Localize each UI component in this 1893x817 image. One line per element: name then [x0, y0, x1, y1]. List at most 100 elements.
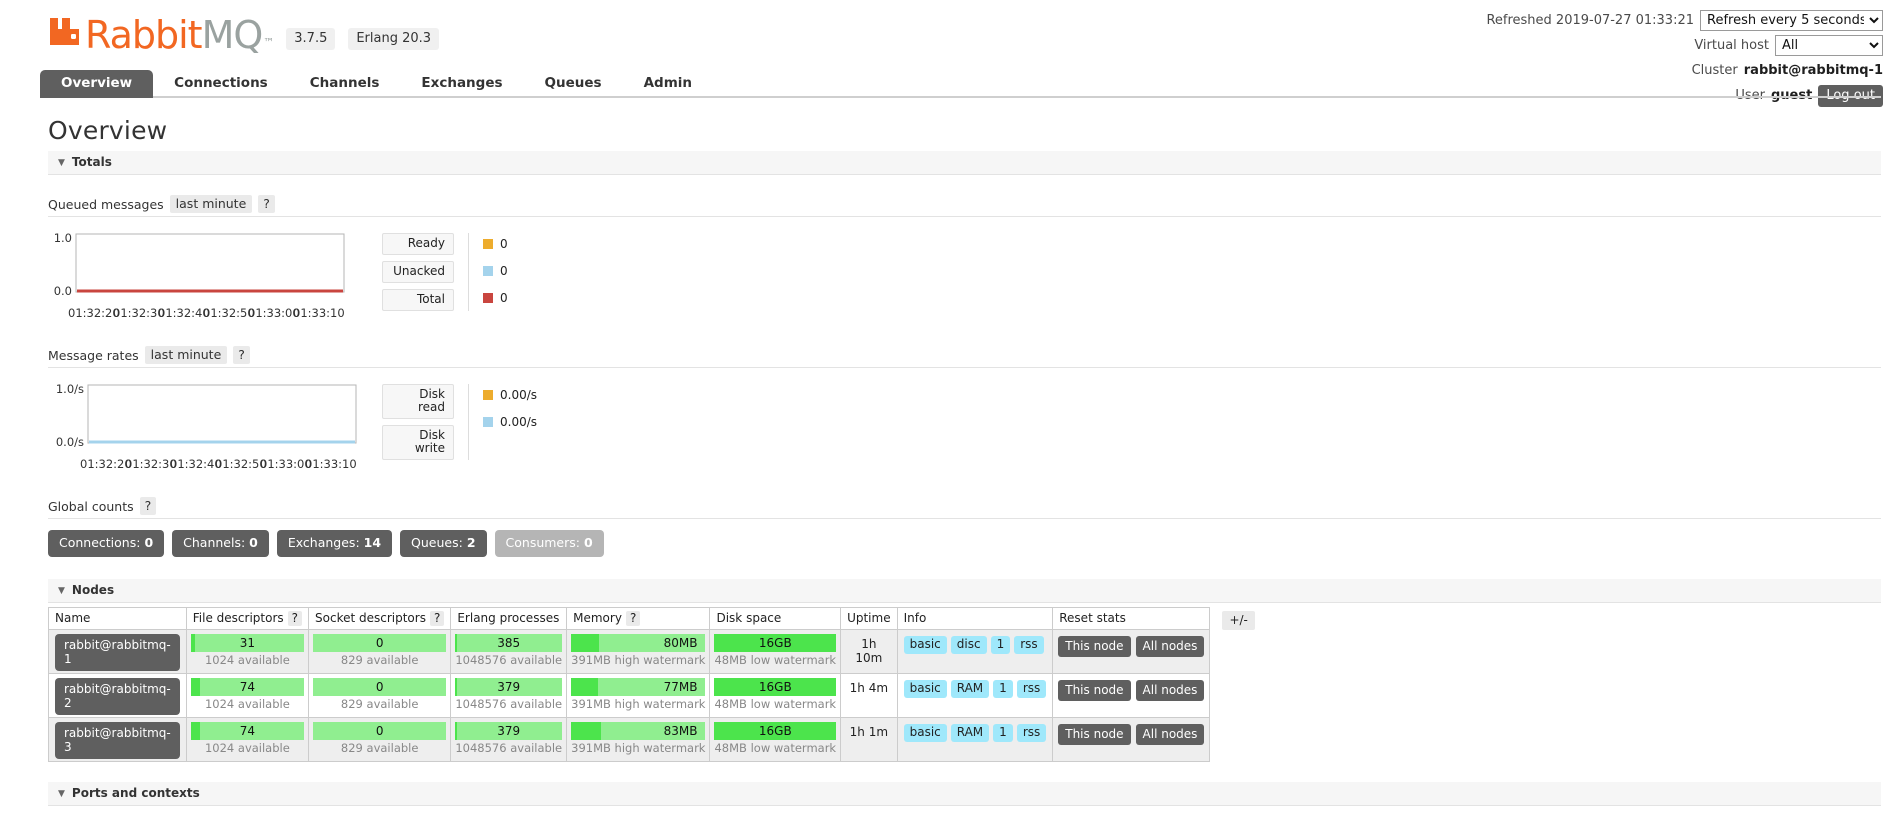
count-label: Exchanges:	[287, 535, 364, 550]
message-rates-legend-disk-write[interactable]: Disk write	[382, 425, 454, 460]
count-label: Queues:	[411, 535, 467, 550]
app-header: Rabbit MQ ™ 3.7.5 Erlang 20.3 Refreshed 20…	[0, 0, 1893, 107]
cell-uptime: 1h 10m	[840, 629, 898, 674]
cell-erlang-processes-meter: 385	[455, 634, 563, 652]
info-tag-disc[interactable]: disc	[950, 636, 987, 654]
info-tag-basic[interactable]: basic	[903, 724, 947, 742]
cell-erlang-processes-note: 1048576 available	[455, 653, 563, 667]
info-tags: basic disc 1 rss	[898, 630, 1053, 660]
col-header-label: Info	[903, 611, 927, 625]
tab-connections[interactable]: Connections	[153, 70, 289, 98]
cell-memory-meter: 83MB	[571, 722, 706, 740]
node-name-link[interactable]: rabbit@rabbitmq-2	[55, 678, 180, 715]
info-tag-rss[interactable]: rss	[1016, 680, 1047, 698]
count-value: 0	[583, 535, 593, 550]
queued-messages-legend-values: 0 0 0	[468, 233, 508, 311]
reset-all-nodes-button[interactable]: All nodes	[1135, 724, 1205, 745]
col-header-uptime[interactable]: Uptime	[840, 607, 898, 630]
queued-messages-help-icon[interactable]: ?	[258, 195, 275, 213]
legend-value-text: 0	[500, 263, 508, 278]
info-tag-1[interactable]: 1	[993, 680, 1013, 698]
info-tag-1[interactable]: 1	[990, 636, 1011, 654]
table-row: rabbit@rabbitmq-3 74 1024 available 0 829 av…	[48, 717, 1211, 762]
legend-color-swatch	[483, 292, 493, 303]
reset-all-nodes-button[interactable]: All nodes	[1135, 636, 1205, 657]
message-rates-help-icon[interactable]: ?	[233, 346, 250, 364]
count-queues[interactable]: Queues: 2	[400, 530, 487, 557]
nav-tab-list: Overview Connections Channels Exchanges Queu…	[40, 70, 1881, 98]
message-rates-xtick: 01:32:30	[125, 457, 177, 471]
col-header-reset-stats[interactable]: Reset stats	[1052, 607, 1211, 630]
info-tag-ram[interactable]: RAM	[950, 680, 990, 698]
section-totals[interactable]: ▼ Totals	[48, 151, 1881, 175]
count-exchanges[interactable]: Exchanges: 14	[276, 530, 393, 557]
cell-memory-value: 80MB	[663, 636, 698, 650]
info-tag-rss[interactable]: rss	[1014, 636, 1044, 654]
global-counts-help-icon[interactable]: ?	[139, 497, 157, 515]
column-toggle-button[interactable]: +/-	[1222, 611, 1255, 630]
col-header-name[interactable]: Name	[48, 607, 187, 630]
reset-this-node-button[interactable]: This node	[1058, 680, 1131, 701]
queued-messages-legend: Ready Unacked Total 0 0 0	[382, 233, 508, 311]
node-name-link[interactable]: rabbit@rabbitmq-3	[55, 722, 180, 759]
queued-messages-range[interactable]: last minute	[169, 195, 253, 213]
cell-erlang-processes: 379 1048576 available	[450, 717, 568, 762]
nodes-table-header-row: Name File descriptors? Socket descriptors?…	[48, 607, 1211, 630]
reset-this-node-button[interactable]: This node	[1058, 636, 1131, 657]
info-tag-basic[interactable]: basic	[903, 680, 947, 698]
queued-messages-xtick: 01:33:10	[293, 306, 345, 320]
queued-messages-legend-ready[interactable]: Ready	[382, 233, 454, 255]
rabbitmq-logo[interactable]: Rabbit MQ ™	[48, 13, 274, 57]
reset-all-nodes-button[interactable]: All nodes	[1135, 680, 1205, 701]
cell-file-descriptors: 31 1024 available	[186, 629, 310, 674]
help-icon[interactable]: ?	[429, 611, 445, 626]
count-value: 0	[249, 535, 258, 550]
section-nodes[interactable]: ▼ Nodes	[48, 579, 1881, 603]
vhost-label: Virtual host	[1694, 38, 1769, 53]
cell-socket-descriptors-meter: 0	[313, 678, 447, 696]
count-value: 14	[363, 535, 382, 550]
cell-erlang-processes-meter: 379	[455, 722, 563, 740]
col-header-info[interactable]: Info	[897, 607, 1054, 630]
node-name-link[interactable]: rabbit@rabbitmq-1	[55, 634, 180, 671]
section-ports-contexts[interactable]: ▼ Ports and contexts	[48, 782, 1881, 806]
logo-text-rabbit: Rabbit	[85, 13, 203, 57]
col-header-erlang-processes[interactable]: Erlang processes	[450, 607, 568, 630]
info-tag-basic[interactable]: basic	[903, 636, 947, 654]
global-counts-buttons: Connections: 0 Channels: 0 Exchanges: 14 Qu…	[48, 530, 1881, 557]
help-icon[interactable]: ?	[287, 611, 303, 626]
col-header-disk-space[interactable]: Disk space	[709, 607, 842, 630]
count-connections[interactable]: Connections: 0	[48, 530, 165, 557]
cell-disk-space-value: 16GB	[758, 680, 792, 694]
message-rates-range[interactable]: last minute	[144, 346, 228, 364]
table-row: rabbit@rabbitmq-2 74 1024 available 0 829 av…	[48, 673, 1211, 718]
tab-admin[interactable]: Admin	[623, 70, 713, 98]
refresh-interval-select[interactable]: Refresh every 5 seconds	[1700, 10, 1883, 31]
reset-buttons: This node All nodes	[1053, 718, 1209, 751]
tab-exchanges[interactable]: Exchanges	[400, 70, 523, 98]
vhost-select[interactable]: All	[1775, 35, 1883, 56]
queued-messages-legend-unacked[interactable]: Unacked	[382, 261, 454, 283]
cell-socket-descriptors-meter: 0	[313, 722, 447, 740]
info-tag-ram[interactable]: RAM	[950, 724, 990, 742]
queued-messages-value-unacked: 0	[483, 260, 508, 281]
help-icon[interactable]: ?	[625, 611, 641, 626]
queued-messages-legend-total[interactable]: Total	[382, 289, 454, 311]
col-header-memory[interactable]: Memory?	[566, 607, 711, 630]
cell-disk-space-note: 48MB low watermark	[714, 653, 837, 667]
info-tag-rss[interactable]: rss	[1016, 724, 1047, 742]
tab-channels[interactable]: Channels	[289, 70, 401, 98]
tab-overview[interactable]: Overview	[40, 70, 154, 98]
col-header-label: Name	[55, 611, 91, 625]
cell-disk-space: 16GB 48MB low watermark	[709, 629, 842, 674]
count-consumers[interactable]: Consumers: 0	[494, 530, 604, 557]
queued-messages-chart-block: 1.0 0.0 01:32:20 01:32:30 01:32:40 01:32:50…	[48, 229, 1881, 320]
message-rates-legend-disk-read[interactable]: Disk read	[382, 384, 454, 419]
queued-messages-xaxis: 01:32:20 01:32:30 01:32:40 01:32:50 01:33:00…	[68, 306, 348, 320]
tab-queues[interactable]: Queues	[524, 70, 623, 98]
col-header-socket-descriptors[interactable]: Socket descriptors?	[308, 607, 452, 630]
info-tag-1[interactable]: 1	[993, 724, 1013, 742]
col-header-file-descriptors[interactable]: File descriptors?	[186, 607, 310, 630]
count-channels[interactable]: Channels: 0	[172, 530, 269, 557]
reset-this-node-button[interactable]: This node	[1058, 724, 1131, 745]
